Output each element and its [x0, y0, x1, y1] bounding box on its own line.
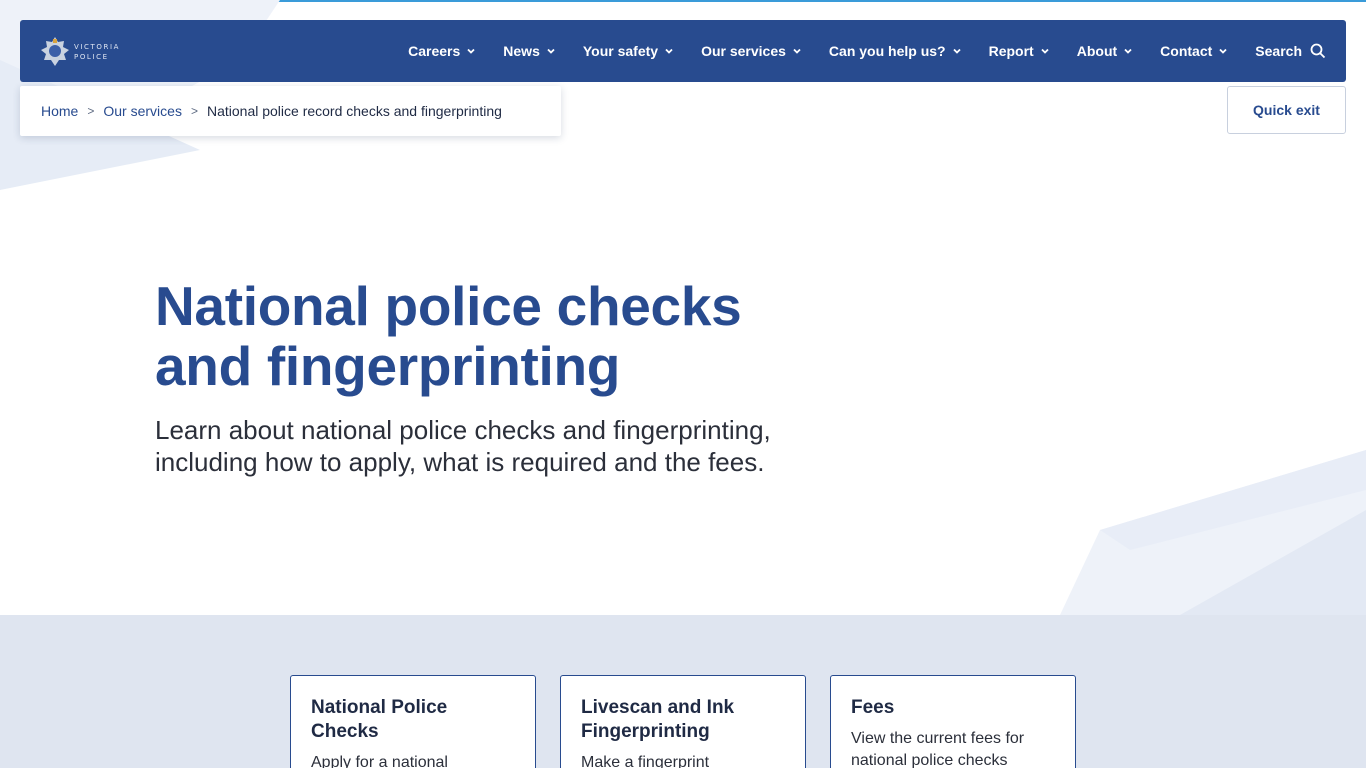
- card-description: View the current fees for national polic…: [851, 730, 1025, 768]
- card-livescan-fingerprinting[interactable]: Livescan and Ink Fingerprinting Make a f…: [560, 675, 806, 768]
- police-badge-icon: [41, 37, 69, 66]
- chevron-down-icon: [547, 48, 555, 54]
- site-header: VICTORIA POLICE Careers News Your safety…: [20, 20, 1346, 82]
- nav-item-careers[interactable]: Careers: [408, 43, 476, 59]
- top-accent-line: [0, 0, 1366, 2]
- chevron-down-icon: [952, 48, 961, 54]
- search-label: Search: [1255, 43, 1302, 59]
- logo-wordmark: VICTORIA POLICE: [74, 42, 120, 62]
- nav-item-about[interactable]: About: [1077, 43, 1133, 59]
- nav-item-report[interactable]: Report: [989, 43, 1050, 59]
- nav-label: News: [503, 43, 540, 59]
- victoria-police-logo[interactable]: VICTORIA POLICE: [40, 34, 150, 70]
- nav-label: Contact: [1160, 43, 1213, 59]
- card-description: Apply for a national: [311, 754, 448, 768]
- search-button[interactable]: Search: [1255, 43, 1326, 59]
- logo-line-1: VICTORIA: [74, 43, 121, 51]
- nav-label: Your safety: [582, 43, 659, 59]
- background-shape-right: [1060, 450, 1366, 615]
- page-title-line-2: and fingerprinting: [155, 335, 621, 397]
- card-title: Livescan and Ink Fingerprinting: [581, 697, 735, 742]
- breadcrumb-our-services-link[interactable]: Our services: [103, 103, 182, 119]
- nav-item-our-services[interactable]: Our services: [701, 43, 802, 59]
- breadcrumb-separator: >: [87, 104, 95, 118]
- card-national-police-checks[interactable]: National Police Checks Apply for a natio…: [290, 675, 536, 768]
- breadcrumb-current-page: National police record checks and finger…: [206, 103, 502, 119]
- card-title: National Police Checks: [311, 697, 448, 742]
- chevron-down-icon: [793, 48, 801, 54]
- nav-label: Careers: [408, 43, 461, 59]
- nav-item-your-safety[interactable]: Your safety: [583, 43, 674, 59]
- nav-item-can-you-help-us[interactable]: Can you help us?: [829, 43, 962, 59]
- nav-label: About: [1076, 43, 1118, 59]
- chevron-down-icon: [1124, 48, 1132, 54]
- nav-item-contact[interactable]: Contact: [1160, 43, 1228, 59]
- card-description: Make a fingerprint: [581, 754, 710, 768]
- card-fees[interactable]: Fees View the current fees for national …: [830, 675, 1076, 768]
- page-title-line-1: National police checks: [155, 275, 742, 337]
- nav-item-news[interactable]: News: [503, 43, 556, 59]
- nav-label: Report: [988, 43, 1034, 59]
- nav-label: Our services: [701, 43, 786, 59]
- breadcrumb-separator: >: [190, 104, 198, 118]
- chevron-down-icon: [1219, 48, 1227, 54]
- chevron-down-icon: [1041, 48, 1049, 54]
- page-title: National police checks and fingerprintin…: [155, 276, 855, 396]
- breadcrumb: Home > Our services > National police re…: [20, 86, 561, 136]
- search-icon: [1310, 43, 1326, 59]
- chevron-down-icon: [467, 48, 475, 54]
- breadcrumb-home-link[interactable]: Home: [41, 103, 78, 119]
- card-title: Fees: [851, 697, 895, 718]
- page-intro: Learn about national police checks and f…: [155, 415, 771, 477]
- quick-exit-button[interactable]: Quick exit: [1227, 86, 1346, 134]
- chevron-down-icon: [665, 48, 673, 54]
- logo-line-2: POLICE: [74, 53, 109, 61]
- main-nav: Careers News Your safety Our services Ca…: [381, 20, 1326, 82]
- nav-label: Can you help us?: [828, 43, 946, 59]
